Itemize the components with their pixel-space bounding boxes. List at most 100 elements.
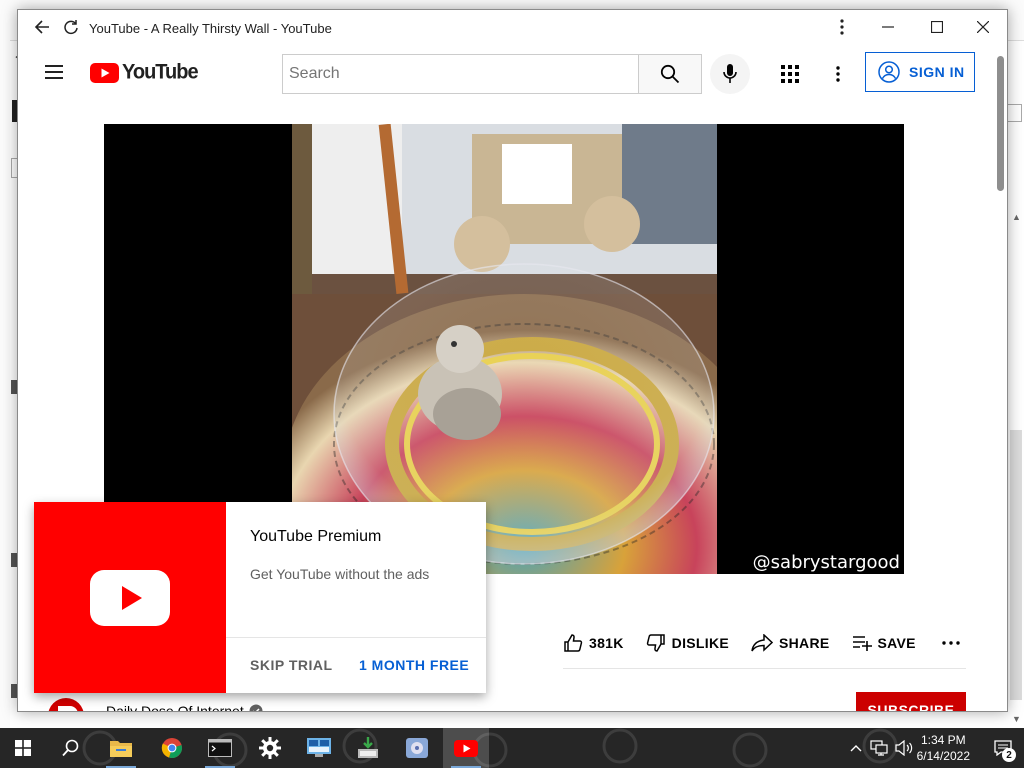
- taskbar-chrome[interactable]: [149, 728, 195, 768]
- premium-promo-art: [34, 502, 226, 693]
- thumbs-up-icon: [564, 634, 583, 652]
- sign-in-button[interactable]: SIGN IN: [865, 52, 975, 92]
- speaker-icon: [895, 740, 912, 756]
- like-count: 381K: [589, 635, 624, 651]
- youtube-play-icon: [90, 569, 170, 626]
- system-tray: 1:34 PM 6/14/2022 2: [845, 728, 1024, 768]
- voice-search-button[interactable]: [710, 54, 750, 94]
- back-arrow-icon: [34, 20, 49, 34]
- background-scrollbar[interactable]: [1010, 430, 1022, 700]
- maximize-icon: [931, 21, 943, 33]
- promo-title: YouTube Premium: [250, 528, 382, 545]
- window-menu-button[interactable]: [820, 10, 864, 44]
- maximize-button[interactable]: [915, 10, 959, 44]
- search-icon: [660, 64, 680, 84]
- hamburger-icon: [45, 65, 63, 79]
- search-input[interactable]: [282, 54, 639, 94]
- minimize-icon: [882, 26, 894, 28]
- taskbar-network-app[interactable]: [296, 728, 342, 768]
- taskbar-settings[interactable]: [247, 728, 293, 768]
- installer-icon: [358, 737, 378, 758]
- skip-trial-button[interactable]: SKIP TRIAL: [250, 657, 333, 673]
- channel-avatar[interactable]: [48, 698, 84, 711]
- show-hidden-icons-button[interactable]: [845, 744, 867, 752]
- vertical-dots-icon: [840, 19, 844, 35]
- clock-time: 1:34 PM: [920, 733, 966, 747]
- video-watermark: @sabrystargood: [752, 552, 900, 573]
- notification-count-badge: 2: [1002, 748, 1016, 762]
- taskbar-search-button[interactable]: [48, 728, 94, 768]
- windows-start-icon: [15, 740, 31, 756]
- network-status-button[interactable]: [867, 740, 891, 756]
- subscribe-label: SUBSCRIBE: [867, 702, 955, 712]
- media-app-icon: [406, 738, 428, 758]
- apps-grid-icon: [781, 65, 799, 83]
- share-button[interactable]: SHARE: [751, 634, 830, 652]
- account-icon: [878, 61, 900, 83]
- minimize-button[interactable]: [866, 10, 910, 44]
- youtube-header: YouTube SIGN IN: [18, 46, 1007, 102]
- playlist-add-icon: [852, 636, 872, 651]
- microphone-icon: [723, 64, 737, 83]
- taskbar-youtube-app[interactable]: [443, 728, 489, 768]
- channel-row: Daily Dose Of Internet SUBSCRIBE: [18, 692, 993, 712]
- channel-avatar-icon: [58, 706, 78, 711]
- chrome-icon: [161, 738, 182, 758]
- hamburger-menu-button[interactable]: [44, 64, 64, 80]
- reload-icon: [64, 20, 78, 35]
- network-app-icon: [307, 738, 331, 757]
- background-scroll-down-icon[interactable]: ▼: [1012, 714, 1021, 724]
- taskbar-media-app[interactable]: [394, 728, 440, 768]
- network-icon: [870, 740, 888, 756]
- settings-gear-icon: [259, 737, 281, 759]
- close-button[interactable]: [961, 10, 1005, 44]
- search-icon: [62, 739, 79, 757]
- taskbar-installer[interactable]: [345, 728, 391, 768]
- action-center-button[interactable]: 2: [988, 740, 1018, 762]
- page-scrollbar[interactable]: [993, 46, 1007, 711]
- youtube-app-icon: [454, 739, 478, 757]
- taskbar-clock[interactable]: 1:34 PM 6/14/2022: [917, 732, 970, 764]
- youtube-apps-button[interactable]: [770, 54, 810, 94]
- search-button[interactable]: [638, 54, 702, 94]
- free-trial-button[interactable]: 1 MONTH FREE: [359, 657, 469, 673]
- vertical-dots-icon: [836, 66, 840, 82]
- background-right-fragment: [1008, 104, 1022, 122]
- share-label: SHARE: [779, 635, 830, 651]
- taskbar-terminal[interactable]: [197, 728, 243, 768]
- dislike-label: DISLIKE: [671, 635, 729, 651]
- horizontal-dots-icon: [942, 641, 960, 645]
- taskbar-file-explorer[interactable]: [98, 728, 144, 768]
- clock-date: 6/14/2022: [916, 749, 970, 763]
- video-actions-bar: 381K DISLIKE SHARE SAVE: [563, 630, 966, 656]
- background-scroll-up-icon[interactable]: ▲: [1012, 212, 1021, 222]
- actions-divider: [563, 668, 966, 669]
- youtube-logo-text: YouTube: [122, 60, 199, 84]
- close-icon: [977, 21, 989, 33]
- premium-promo-popup: YouTube Premium Get YouTube without the …: [34, 502, 486, 693]
- channel-name-link[interactable]: Daily Dose Of Internet: [106, 703, 263, 712]
- channel-name: Daily Dose Of Internet: [106, 703, 244, 712]
- subscribe-button[interactable]: SUBSCRIBE: [856, 692, 966, 712]
- chevron-up-icon: [850, 745, 862, 752]
- terminal-icon: [208, 739, 232, 757]
- sign-in-label: SIGN IN: [909, 64, 965, 80]
- more-actions-button[interactable]: [942, 641, 966, 645]
- share-icon: [751, 634, 773, 652]
- page-scrollbar-thumb[interactable]: [997, 56, 1004, 191]
- promo-description: Get YouTube without the ads: [250, 566, 430, 582]
- start-button[interactable]: [0, 728, 46, 768]
- save-button[interactable]: SAVE: [852, 635, 916, 651]
- taskbar: 1:34 PM 6/14/2022 2: [0, 728, 1024, 768]
- volume-button[interactable]: [891, 740, 917, 756]
- youtube-logo[interactable]: YouTube: [90, 60, 199, 84]
- dislike-button[interactable]: DISLIKE: [646, 633, 729, 653]
- thumbs-down-icon: [646, 634, 665, 652]
- promo-divider: [226, 637, 486, 638]
- window-title: YouTube - A Really Thirsty Wall - YouTub…: [89, 21, 332, 36]
- youtube-logo-icon: [90, 62, 119, 83]
- like-button[interactable]: 381K: [563, 633, 624, 653]
- save-label: SAVE: [877, 635, 916, 651]
- reload-button[interactable]: [49, 10, 93, 44]
- settings-menu-button[interactable]: [818, 54, 858, 94]
